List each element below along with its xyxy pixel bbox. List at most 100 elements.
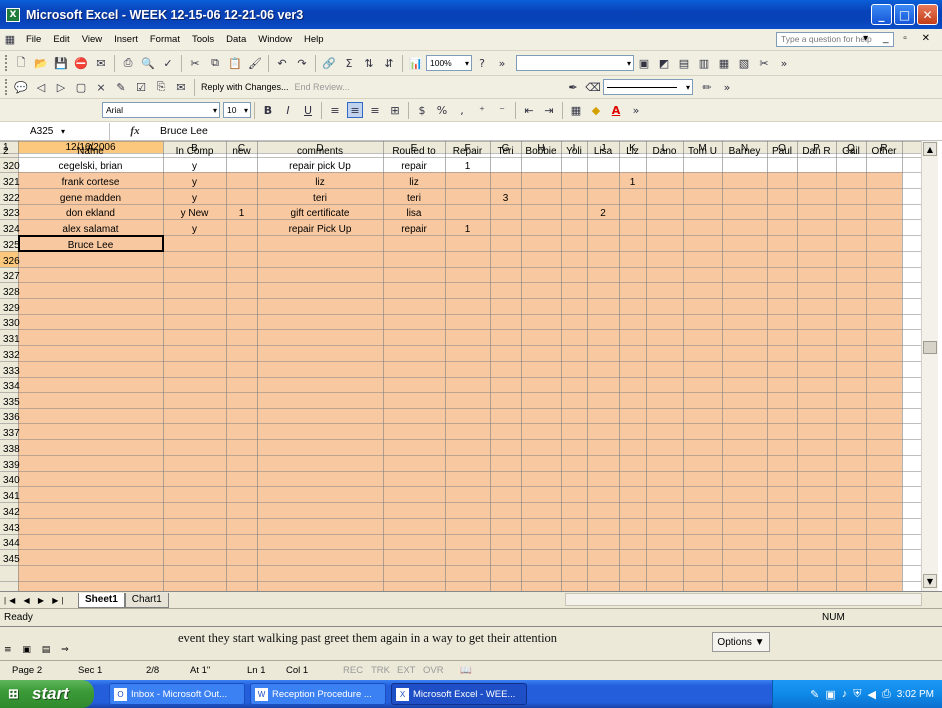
fill-color-icon[interactable]: ◆ (588, 102, 604, 118)
menu-window[interactable]: Window (252, 34, 298, 45)
currency-icon[interactable]: $ (414, 102, 430, 118)
zoom-select[interactable]: 100% (426, 55, 472, 71)
scissors-link-icon[interactable]: ✂ (756, 55, 772, 71)
word-ext[interactable]: EXT (397, 665, 415, 676)
minimize-button[interactable]: _ (871, 4, 892, 25)
toolbar-options-icon[interactable]: » (494, 55, 510, 71)
close-button[interactable]: ✕ (917, 4, 938, 25)
columns-icon[interactable]: ▧ (736, 55, 752, 71)
vertical-scrollbar[interactable]: ▲ ▼ (921, 141, 938, 591)
delete-comment-icon[interactable]: ⨯ (93, 79, 109, 95)
italic-icon[interactable]: I (280, 102, 296, 118)
sort-descending-icon[interactable]: ⇵ (381, 55, 397, 71)
tab-navigation-icon[interactable]: |◀ ◀ ▶ ▶| (0, 596, 78, 605)
grid-icon[interactable]: ▦ (716, 55, 732, 71)
task-excel[interactable]: X Microsoft Excel - WEE... (391, 683, 527, 705)
more-options-icon[interactable]: » (719, 79, 735, 95)
checkbox-icon[interactable]: ☑ (133, 79, 149, 95)
decrease-decimal-icon[interactable]: ⁻ (494, 102, 510, 118)
spelling-status-icon[interactable]: 📖 (460, 665, 472, 676)
menu-view[interactable]: View (76, 34, 108, 45)
autosum-icon[interactable]: Σ (341, 55, 357, 71)
scroll-up-icon[interactable]: ▲ (923, 142, 937, 156)
tray-pen-icon[interactable]: ✎ (810, 688, 819, 701)
track-icon[interactable]: ⎘ (153, 79, 169, 95)
permission-icon[interactable]: ⛔ (73, 55, 89, 71)
scroll-thumb[interactable] (923, 341, 937, 354)
next-comment-icon[interactable]: ▷ (53, 79, 69, 95)
show-comment-icon[interactable]: ▢ (73, 79, 89, 95)
task-word[interactable]: W Reception Procedure ... (250, 683, 386, 705)
bold-icon[interactable]: B (260, 102, 276, 118)
tray-network-icon[interactable]: ▣ (825, 688, 835, 701)
font-size-select[interactable]: 10 (223, 102, 251, 118)
start-button[interactable]: ⊞ start (0, 680, 94, 708)
new-icon[interactable]: 🗋 (13, 55, 29, 71)
more-options-icon[interactable]: » (628, 102, 644, 118)
tray-printer-icon[interactable]: ⎙ (882, 688, 891, 701)
spreadsheet-grid[interactable]: A B C D E F G H I J K L M N O P Q R 1 2 320 321 322 323 324 325 32… (0, 141, 942, 591)
copy-icon[interactable]: ⧉ (207, 55, 223, 71)
reply-with-changes-button[interactable]: Reply with Changes... (198, 82, 292, 92)
font-color-icon[interactable]: A (608, 102, 624, 118)
merge-center-icon[interactable]: ⊞ (387, 102, 403, 118)
chart-wizard-icon[interactable]: 📊 (408, 55, 424, 71)
increase-decimal-icon[interactable]: ⁺ (474, 102, 490, 118)
font-select[interactable]: Arial (102, 102, 220, 118)
email-icon[interactable]: ✉ (93, 55, 109, 71)
spelling-icon[interactable]: ✓ (160, 55, 176, 71)
eraser-icon[interactable]: ⌫ (585, 79, 601, 95)
borders-icon[interactable]: ▤ (676, 55, 692, 71)
view-buttons-icon[interactable]: ≡ ▣ ▤ ⇒ (4, 645, 73, 655)
send-icon[interactable]: ✉ (173, 79, 189, 95)
research-icon[interactable]: ▣ (636, 55, 652, 71)
tray-expand-icon[interactable]: ◀ (867, 688, 875, 701)
comment-icon[interactable]: 💬 (13, 79, 29, 95)
maximize-button[interactable]: □ (894, 4, 915, 25)
comma-icon[interactable]: , (454, 102, 470, 118)
menu-tools[interactable]: Tools (186, 34, 220, 45)
print-preview-icon[interactable]: 🔍 (140, 55, 156, 71)
formula-input[interactable]: Bruce Lee (160, 125, 208, 137)
tray-security-icon[interactable]: ⛨ (853, 688, 861, 701)
menu-edit[interactable]: Edit (47, 34, 75, 45)
tab-chart1[interactable]: Chart1 (124, 592, 169, 608)
print-icon[interactable]: ⎙ (120, 55, 136, 71)
align-center-icon[interactable]: ≡ (347, 102, 363, 118)
menu-help[interactable]: Help (298, 34, 330, 45)
decrease-indent-icon[interactable]: ⇤ (521, 102, 537, 118)
excel-icon[interactable]: X (6, 7, 20, 22)
borders-icon[interactable]: ▦ (568, 102, 584, 118)
save-icon[interactable]: 💾 (53, 55, 69, 71)
tray-volume-icon[interactable]: ♪ (842, 688, 848, 700)
style-select[interactable] (516, 55, 634, 71)
redo-icon[interactable]: ↷ (294, 55, 310, 71)
document-window-controls[interactable]: ▾ _ ▫ ✕ (863, 33, 936, 44)
more-options-icon[interactable]: » (776, 55, 792, 71)
menu-format[interactable]: Format (144, 34, 186, 45)
menu-insert[interactable]: Insert (108, 34, 144, 45)
increase-indent-icon[interactable]: ⇥ (541, 102, 557, 118)
task-outlook[interactable]: O Inbox - Microsoft Out... (109, 683, 245, 705)
draw-pen-icon[interactable]: ✒ (565, 79, 581, 95)
options-button[interactable]: Options ▼ (712, 632, 770, 652)
fill-icon[interactable]: ◩ (656, 55, 672, 71)
scroll-down-icon[interactable]: ▼ (923, 574, 937, 588)
hyperlink-icon[interactable]: 🔗 (321, 55, 337, 71)
name-box[interactable]: A325 (0, 122, 110, 140)
horizontal-scrollbar[interactable] (565, 593, 922, 606)
line-color-icon[interactable]: ✏ (699, 79, 715, 95)
ink-icon[interactable]: ✎ (113, 79, 129, 95)
tab-sheet1[interactable]: Sheet1 (78, 592, 125, 608)
workbook-icon[interactable]: ▦ (2, 32, 18, 48)
end-review-button[interactable]: End Review... (292, 82, 353, 92)
line-style-select[interactable] (603, 79, 693, 95)
format-painter-icon[interactable]: 🖌 (247, 55, 263, 71)
word-ovr[interactable]: OVR (423, 665, 444, 676)
align-right-icon[interactable]: ≡ (367, 102, 383, 118)
open-icon[interactable]: 📂 (33, 55, 49, 71)
percent-icon[interactable]: % (434, 102, 450, 118)
prev-comment-icon[interactable]: ◁ (33, 79, 49, 95)
toolbar-grip[interactable] (5, 55, 8, 71)
cell-grid[interactable]: A B C D E F G H I J K L M N O P Q R1232032132232332432532… (0, 141, 921, 591)
